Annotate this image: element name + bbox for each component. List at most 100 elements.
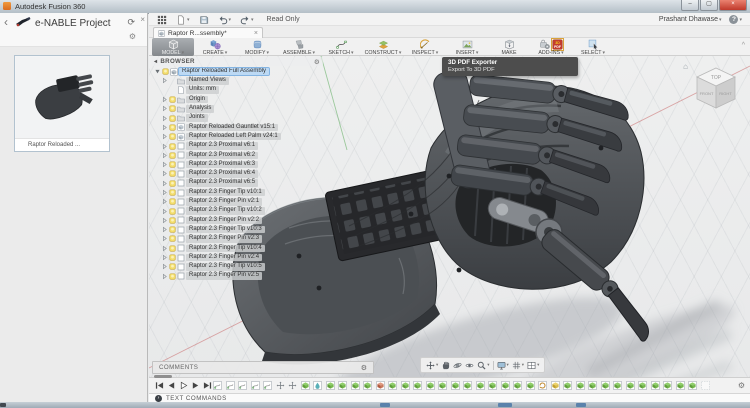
browser-tree-item[interactable]: Analysis xyxy=(151,104,323,113)
timeline-comp-icon[interactable] xyxy=(476,381,485,390)
browser-tree-item[interactable]: Raptor 2.3 Proximal v6:5 xyxy=(151,179,323,188)
visibility-bulb-icon[interactable] xyxy=(169,124,176,131)
browser-tree-item[interactable]: Raptor 2.3 Finger Tip v10:4 xyxy=(151,244,323,253)
text-commands-icon[interactable]: › xyxy=(155,395,162,402)
timeline-comp-icon[interactable] xyxy=(413,381,422,390)
toolbar-group-insert[interactable]: INSERT▾ xyxy=(446,38,488,56)
timeline-ghost-icon[interactable] xyxy=(701,381,710,390)
visibility-bulb-icon[interactable] xyxy=(169,263,176,270)
visibility-bulb-icon[interactable] xyxy=(169,180,176,187)
expander-icon[interactable] xyxy=(161,96,168,103)
browser-tree-item[interactable]: Units: mm xyxy=(151,86,323,95)
view-cube-top-label[interactable]: TOP xyxy=(711,75,722,81)
toolbar-group-create[interactable]: CREATE▾ xyxy=(194,38,236,56)
expander-icon[interactable] xyxy=(161,161,168,168)
toolbar-group-sketch[interactable]: SKETCH▾ xyxy=(320,38,362,56)
pan-tool[interactable]: ▾ xyxy=(426,361,438,370)
visibility-bulb-icon[interactable] xyxy=(169,226,176,233)
browser-tree-item[interactable]: Raptor 2.3 Finger Pin v2:5 xyxy=(151,272,323,281)
timeline-move-icon[interactable] xyxy=(276,381,285,390)
timeline-sketch-icon[interactable] xyxy=(263,381,272,390)
refresh-icon[interactable]: ⟳ xyxy=(127,17,135,28)
timeline-comp-icon[interactable] xyxy=(363,381,372,390)
expander-icon[interactable] xyxy=(161,124,168,131)
toolbar-group-modify[interactable]: MODIFY▾ xyxy=(236,38,278,56)
timeline-comp-icon[interactable] xyxy=(451,381,460,390)
timeline-comp-yellow-icon[interactable] xyxy=(551,381,560,390)
timeline-comp-icon[interactable] xyxy=(563,381,572,390)
timeline-comp-icon[interactable] xyxy=(388,381,397,390)
expander-icon[interactable] xyxy=(161,152,168,159)
browser-tree-item[interactable]: Raptor 2.3 Finger Pin v2:4 xyxy=(151,253,323,262)
timeline-comp-icon[interactable] xyxy=(663,381,672,390)
timeline-comp-icon[interactable] xyxy=(638,381,647,390)
app-grid-button[interactable] xyxy=(157,15,167,25)
tab-close-icon[interactable]: × xyxy=(254,30,258,37)
minimize-button[interactable]: – xyxy=(681,0,699,11)
browser-tree-item[interactable]: Raptor 2.3 Proximal v6:3 xyxy=(151,160,323,169)
expander-icon[interactable] xyxy=(161,273,168,280)
browser-tree-item[interactable]: Joints xyxy=(151,113,323,122)
data-panel-gear-icon[interactable]: ⚙ xyxy=(129,32,136,41)
orbit-tool[interactable] xyxy=(453,361,462,370)
redo-button[interactable]: ▾ xyxy=(240,15,254,25)
timeline-comp-icon[interactable] xyxy=(576,381,585,390)
comments-bar[interactable]: COMMENTS ⚙ xyxy=(152,361,374,374)
timeline-comp-icon[interactable] xyxy=(501,381,510,390)
step-forward-button[interactable] xyxy=(191,381,200,390)
timeline-comp-icon[interactable] xyxy=(588,381,597,390)
expander-icon[interactable] xyxy=(161,263,168,270)
browser-tree-item[interactable]: Named Views xyxy=(151,76,323,85)
timeline-sketch-icon[interactable] xyxy=(226,381,235,390)
step-back-button[interactable] xyxy=(167,381,176,390)
visibility-bulb-icon[interactable] xyxy=(169,245,176,252)
browser-tree-item[interactable]: Raptor 2.3 Finger Tip v10:5 xyxy=(151,262,323,271)
visibility-bulb-icon[interactable] xyxy=(169,161,176,168)
expander-icon[interactable] xyxy=(161,245,168,252)
toolbar-group-assemble[interactable]: ASSEMBLE▾ xyxy=(278,38,320,56)
window-titlebar[interactable]: Autodesk Fusion 360 – ▢ × xyxy=(0,0,750,14)
maximize-button[interactable]: ▢ xyxy=(700,0,718,11)
timeline-drop-icon[interactable] xyxy=(313,381,322,390)
user-menu[interactable]: Prashant Dhawase ▾ xyxy=(659,16,722,23)
file-new-button[interactable]: ▾ xyxy=(176,15,190,25)
timeline-comp-icon[interactable] xyxy=(626,381,635,390)
visibility-bulb-icon[interactable] xyxy=(169,152,176,159)
expander-icon[interactable] xyxy=(161,208,168,215)
timeline-comp-icon[interactable] xyxy=(463,381,472,390)
skip-start-button[interactable] xyxy=(155,381,164,390)
visibility-bulb-icon[interactable] xyxy=(169,208,176,215)
expander-icon[interactable] xyxy=(161,226,168,233)
expander-icon[interactable] xyxy=(161,170,168,177)
home-view-icon[interactable]: ⌂ xyxy=(683,62,688,71)
browser-tree-item[interactable]: Raptor 2.3 Finger Tip v10:2 xyxy=(151,206,323,215)
pdf3d-icon[interactable]: 3DPDF xyxy=(552,39,563,50)
toolbar-group-model[interactable]: MODEL▾ xyxy=(152,38,194,56)
browser-collapse-icon[interactable]: ◂ xyxy=(154,58,157,65)
timeline-clock-icon[interactable] xyxy=(538,381,547,390)
timeline-move-icon[interactable] xyxy=(288,381,297,390)
expander-icon[interactable] xyxy=(161,217,168,224)
text-commands-label[interactable]: TEXT COMMANDS xyxy=(166,395,227,402)
timeline-comp-red-icon[interactable] xyxy=(376,381,385,390)
help-menu[interactable]: ? ▾ xyxy=(729,15,742,24)
toolbar-group-inspect[interactable]: INSPECT▾ xyxy=(404,38,446,56)
timeline-comp-icon[interactable] xyxy=(426,381,435,390)
timeline-comp-icon[interactable] xyxy=(401,381,410,390)
visibility-bulb-icon[interactable] xyxy=(169,217,176,224)
browser-tree-item[interactable]: Raptor 2.3 Finger Tip v10:3 xyxy=(151,225,323,234)
zoom-tool[interactable]: ▾ xyxy=(477,361,489,370)
toolbar-group-select[interactable]: SELECT▾ xyxy=(572,38,614,56)
expander-icon[interactable] xyxy=(161,180,168,187)
browser-header[interactable]: ◂ BROWSER ⚙ xyxy=(151,57,323,66)
toolbar-group-make[interactable]: MAKE xyxy=(488,38,530,56)
back-chevron-icon[interactable]: ‹ xyxy=(4,16,8,28)
browser-gear-icon[interactable]: ⚙ xyxy=(314,58,320,66)
expander-icon[interactable] xyxy=(161,189,168,196)
timeline-comp-icon[interactable] xyxy=(338,381,347,390)
display-tool[interactable]: ▾ xyxy=(497,361,509,370)
look-at-tool[interactable] xyxy=(465,361,474,370)
timeline-comp-icon[interactable] xyxy=(351,381,360,390)
browser-tree-item[interactable]: Raptor Reloaded Gauntlet v15:1 xyxy=(151,123,323,132)
toolbar-collapse-icon[interactable]: ^ xyxy=(742,42,745,49)
